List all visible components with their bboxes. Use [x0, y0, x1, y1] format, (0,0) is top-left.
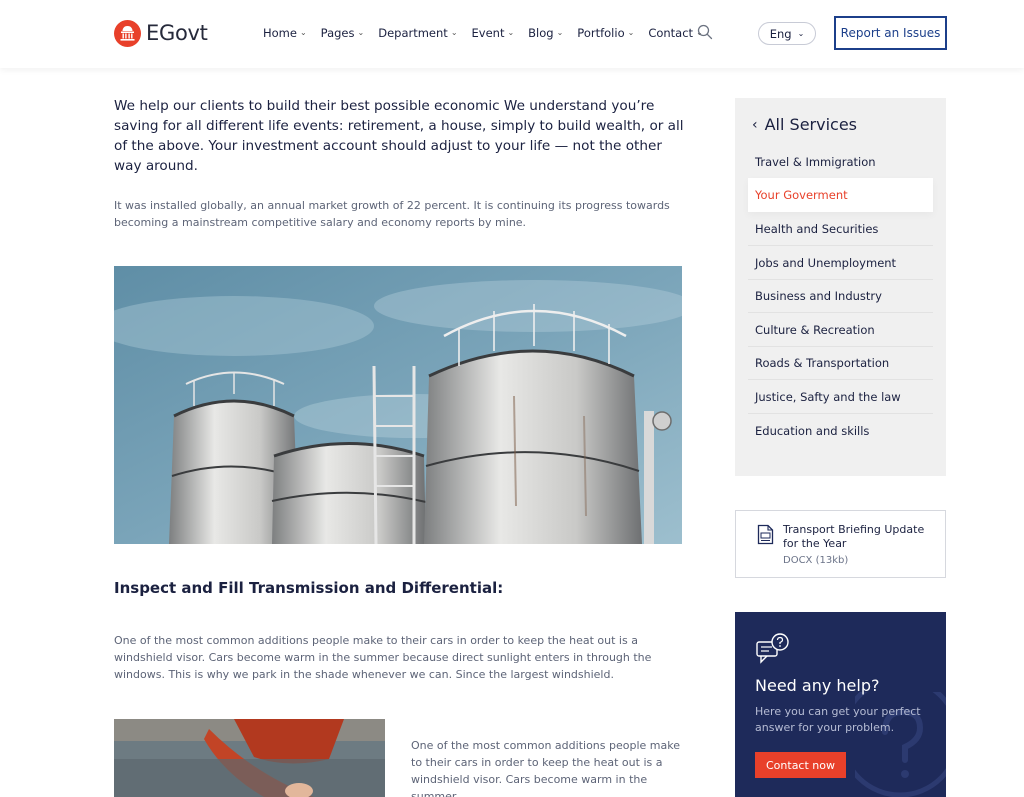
services-panel: ‹ All Services Travel & Immigration Your… — [735, 98, 946, 476]
service-justice-law[interactable]: Justice, Safty and the law — [748, 380, 933, 414]
chevron-down-icon: ⌄ — [797, 29, 805, 38]
chevron-down-icon: ⌄ — [627, 27, 635, 37]
service-jobs-unemployment[interactable]: Jobs and Unemployment — [748, 246, 933, 280]
nav-contact[interactable]: Contact ⌄ — [648, 25, 702, 41]
chat-question-icon — [755, 632, 791, 670]
nav-label: Department — [378, 26, 448, 40]
nav-pages[interactable]: Pages ⌄ — [321, 25, 365, 41]
services-title: All Services — [764, 115, 857, 134]
nav-portfolio[interactable]: Portfolio ⌄ — [577, 25, 634, 41]
logo-text: EGovt — [146, 21, 208, 45]
hero-image-silos — [114, 266, 682, 544]
service-travel-immigration[interactable]: Travel & Immigration — [748, 145, 933, 179]
chevron-down-icon: ⌄ — [450, 27, 458, 37]
services-header[interactable]: ‹ All Services — [752, 115, 857, 134]
nav-blog[interactable]: Blog ⌄ — [528, 25, 563, 41]
nav-label: Home — [263, 26, 297, 40]
language-select[interactable]: Eng ⌄ — [758, 22, 816, 45]
body-paragraph: One of the most common additions people … — [114, 634, 652, 681]
docx-file-icon — [757, 524, 774, 549]
body-paragraph: One of the most common additions people … — [411, 739, 680, 797]
service-business-industry[interactable]: Business and Industry — [748, 279, 933, 313]
service-education-skills[interactable]: Education and skills — [748, 414, 933, 448]
nav-event[interactable]: Event ⌄ — [472, 25, 515, 41]
person-image — [114, 719, 385, 797]
language-value: Eng — [769, 26, 792, 41]
body-paragraph: It was installed globally, an annual mar… — [114, 199, 670, 229]
section-title: Inspect and Fill Transmission and Differ… — [114, 579, 504, 597]
service-culture-recreation[interactable]: Culture & Recreation — [748, 313, 933, 347]
chevron-down-icon: ⌄ — [357, 27, 365, 37]
nav-label: Portfolio — [577, 26, 625, 40]
nav-department[interactable]: Department ⌄ — [378, 25, 457, 41]
nav-label: Blog — [528, 26, 554, 40]
help-panel: Need any help? Here you can get your per… — [735, 612, 946, 797]
help-title: Need any help? — [755, 676, 880, 695]
document-meta: DOCX (13kb) — [783, 555, 849, 566]
document-download-card[interactable]: Transport Briefing Update for the Year D… — [735, 510, 946, 578]
nav-label: Event — [471, 26, 505, 40]
service-your-goverment[interactable]: Your Goverment — [748, 178, 933, 212]
search-icon[interactable] — [697, 24, 713, 40]
capitol-icon — [114, 19, 141, 47]
chevron-down-icon: ⌄ — [299, 27, 307, 37]
contact-now-button[interactable]: Contact now — [755, 752, 846, 778]
document-title: Transport Briefing Update for the Year — [783, 523, 925, 550]
site-header: EGovt Home ⌄ Pages ⌄ Department ⌄ Event ⌄ Bl… — [0, 0, 1024, 68]
nav-label: Contact — [648, 26, 694, 40]
chevron-down-icon: ⌄ — [507, 27, 515, 37]
service-health-securities[interactable]: Health and Securities — [748, 212, 933, 246]
chevron-left-icon: ‹ — [752, 116, 758, 133]
nav-label: Pages — [320, 26, 355, 40]
site-logo[interactable]: EGovt — [114, 19, 208, 47]
chevron-down-icon: ⌄ — [556, 27, 564, 37]
service-roads-transportation[interactable]: Roads & Transportation — [748, 346, 933, 380]
help-text: Here you can get your perfect answer for… — [755, 705, 921, 734]
main-nav: Home ⌄ Pages ⌄ Department ⌄ Event ⌄ Blog ⌄ Po… — [263, 25, 717, 41]
report-issue-button[interactable]: Report an Issues — [834, 16, 947, 50]
nav-home[interactable]: Home ⌄ — [263, 25, 307, 41]
intro-text: We help our clients to build their best … — [114, 98, 684, 174]
